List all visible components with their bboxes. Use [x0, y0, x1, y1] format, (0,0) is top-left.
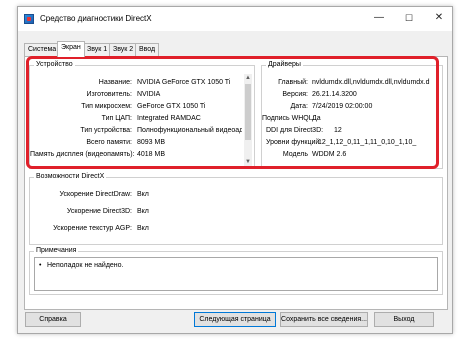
- window-title: Средство диагностики DirectX: [40, 14, 152, 23]
- directdraw-label: Ускорение DirectDraw:: [59, 191, 132, 198]
- driver-feature-levels-value[interactable]: 12_1,12_0,11_1,11_0,10_1,10_: [318, 138, 416, 148]
- driver-model-value[interactable]: WDDM 2.6: [312, 150, 346, 160]
- feature-row-direct3d: Ускорение Direct3D: Вкл: [30, 207, 230, 217]
- directx-diagnostic-window: Средство диагностики DirectX — ☐ ✕ Систе…: [17, 6, 453, 334]
- scroll-down-icon[interactable]: ▼: [244, 158, 252, 166]
- driver-row-main: Главный: nvldumdx.dll,nvldumdx.dll,nvldu…: [262, 78, 442, 88]
- device-row-display-memory: Память дисплея (видеопамять): 4018 MB: [30, 150, 252, 160]
- driver-ddi-label: DDI для Direct3D:: [266, 127, 324, 134]
- device-total-memory-value[interactable]: 8093 MB: [137, 138, 165, 148]
- driver-whql-value[interactable]: Да: [312, 114, 321, 124]
- driver-row-whql: Подпись WHQL: Да: [262, 114, 442, 124]
- tab-display[interactable]: Экран: [57, 41, 85, 57]
- driver-date-label: Дата:: [290, 103, 308, 110]
- tab-input[interactable]: Ввод: [135, 43, 160, 56]
- device-row-name: Название: NVIDIA GeForce GTX 1050 Ti: [30, 78, 252, 88]
- device-dac-type-label: Тип ЦАП:: [101, 115, 132, 122]
- exit-button-label: Выход: [393, 316, 415, 323]
- drivers-group-title: Драйверы: [266, 61, 303, 68]
- exit-button[interactable]: Выход: [374, 312, 434, 327]
- display-tab-panel: Устройство Название: NVIDIA GeForce GTX …: [24, 56, 448, 310]
- driver-main-value[interactable]: nvldumdx.dll,nvldumdx.dll,nvldumdx.d: [312, 78, 430, 88]
- directx-features-title: Возможности DirectX: [34, 173, 107, 180]
- close-button[interactable]: ✕: [424, 7, 454, 29]
- directdraw-value: Вкл: [137, 191, 149, 198]
- directx-features-group: Возможности DirectX Ускорение DirectDraw…: [29, 173, 443, 245]
- direct3d-value: Вкл: [137, 208, 149, 215]
- driver-whql-label: Подпись WHQL:: [262, 115, 315, 122]
- device-chip-type-label: Тип микросхем:: [81, 103, 132, 110]
- driver-ddi-value[interactable]: 12: [334, 126, 342, 136]
- driver-row-version: Версия: 26.21.14.3200: [262, 90, 442, 100]
- driver-model-label: Модель: [282, 151, 308, 158]
- driver-row-model: Модель WDDM 2.6: [262, 150, 442, 160]
- tab-sound-1[interactable]: Звук 1: [83, 43, 112, 56]
- device-group: Устройство Название: NVIDIA GeForce GTX …: [29, 61, 255, 169]
- device-scrollbar[interactable]: ▲ ▼: [244, 74, 252, 166]
- device-display-memory-value[interactable]: 4018 MB: [137, 150, 165, 160]
- device-row-dac-type: Тип ЦАП: Integrated RAMDAC: [30, 114, 252, 124]
- notes-title: Примечания: [34, 247, 79, 254]
- driver-feature-levels-label: Уровни функций:: [266, 139, 322, 146]
- driver-row-ddi: DDI для Direct3D: 12: [262, 126, 442, 136]
- save-all-info-button-label: Сохранить все сведения...: [281, 316, 367, 323]
- device-type-value[interactable]: Полнофункциональный видеоадат: [137, 126, 242, 136]
- device-row-total-memory: Всего памяти: 8093 MB: [30, 138, 252, 148]
- device-group-title: Устройство: [34, 61, 75, 68]
- device-total-memory-label: Всего памяти:: [86, 139, 132, 146]
- device-row-device-type: Тип устройства: Полнофункциональный виде…: [30, 126, 242, 136]
- driver-version-label: Версия:: [282, 91, 308, 98]
- device-chip-type-value[interactable]: GeForce GTX 1050 Ti: [137, 102, 205, 112]
- bullet-icon: •: [39, 262, 42, 269]
- notes-group: Примечания • Неполадок не найдено.: [29, 247, 443, 295]
- minimize-button[interactable]: —: [364, 7, 394, 29]
- driver-version-value[interactable]: 26.21.14.3200: [312, 90, 357, 100]
- notes-list[interactable]: • Неполадок не найдено.: [34, 257, 438, 291]
- device-dac-type-value[interactable]: Integrated RAMDAC: [137, 114, 201, 124]
- tab-sound-2[interactable]: Звук 2: [109, 43, 138, 56]
- device-name-value[interactable]: NVIDIA GeForce GTX 1050 Ti: [137, 78, 230, 88]
- agp-label: Ускорение текстур AGP:: [53, 225, 132, 232]
- device-row-manufacturer: Изготовитель: NVIDIA: [30, 90, 252, 100]
- next-page-button[interactable]: Следующая страница: [194, 312, 276, 327]
- direct3d-label: Ускорение Direct3D:: [66, 208, 132, 215]
- device-manufacturer-value[interactable]: NVIDIA: [137, 90, 160, 100]
- device-name-label: Название:: [98, 79, 132, 86]
- notes-item-text: Неполадок не найдено.: [47, 262, 124, 269]
- feature-row-agp: Ускорение текстур AGP: Вкл: [30, 224, 230, 234]
- drivers-group: Драйверы Главный: nvldumdx.dll,nvldumdx.…: [261, 61, 443, 169]
- scroll-up-icon[interactable]: ▲: [244, 74, 252, 82]
- driver-date-value[interactable]: 7/24/2019 02:00:00: [312, 102, 372, 112]
- directx-app-icon: [24, 14, 34, 24]
- save-all-info-button[interactable]: Сохранить все сведения...: [280, 312, 368, 327]
- tab-system[interactable]: Система: [24, 43, 61, 56]
- driver-main-label: Главный:: [278, 79, 308, 86]
- help-button[interactable]: Справка: [25, 312, 81, 327]
- device-display-memory-label: Память дисплея (видеопамять):: [30, 151, 135, 158]
- device-row-chip-type: Тип микросхем: GeForce GTX 1050 Ti: [30, 102, 252, 112]
- device-type-label: Тип устройства:: [80, 127, 132, 134]
- agp-value: Вкл: [137, 225, 149, 232]
- next-page-button-label: Следующая страница: [199, 316, 271, 323]
- driver-row-date: Дата: 7/24/2019 02:00:00: [262, 102, 442, 112]
- maximize-button[interactable]: ☐: [394, 7, 424, 29]
- title-bar[interactable]: Средство диагностики DirectX — ☐ ✕: [18, 7, 452, 31]
- device-scroll-thumb[interactable]: [245, 84, 251, 140]
- feature-row-directdraw: Ускорение DirectDraw: Вкл: [30, 190, 230, 200]
- driver-row-feature-levels: Уровни функций: 12_1,12_0,11_1,11_0,10_1…: [262, 138, 442, 148]
- device-manufacturer-label: Изготовитель:: [86, 91, 133, 98]
- help-button-label: Справка: [39, 316, 67, 323]
